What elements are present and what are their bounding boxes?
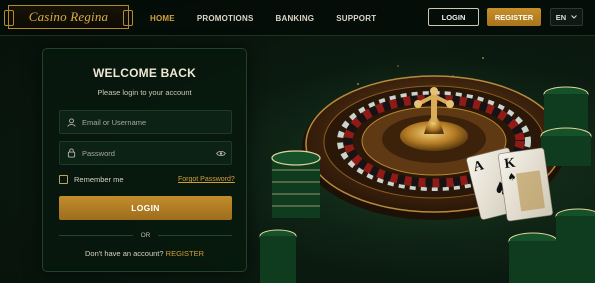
nav-support[interactable]: SUPPORT (336, 14, 376, 23)
remember-me-checkbox[interactable]: Remember me (59, 175, 124, 184)
chevron-down-icon (571, 15, 578, 19)
eye-icon[interactable] (211, 141, 231, 165)
header-register-button[interactable]: REGISTER (487, 8, 541, 26)
brand-logo-text: Casino Regina (28, 9, 109, 24)
password-input[interactable] (82, 142, 211, 164)
checkbox-box[interactable] (59, 175, 68, 184)
top-navbar: Casino Regina HOME PROMOTIONS BANKING SU… (0, 0, 595, 36)
card-title: WELCOME BACK (92, 66, 197, 80)
header-login-button[interactable]: LOGIN (428, 8, 479, 26)
login-submit-button[interactable]: LOGIN (59, 196, 232, 220)
username-input[interactable] (82, 111, 231, 133)
or-divider: OR (59, 230, 232, 240)
forgot-password-link[interactable]: Forgot Password? (178, 176, 235, 183)
card-subtitle: Please login to your account (97, 88, 192, 97)
lock-icon (60, 141, 82, 165)
signup-register-link[interactable]: REGISTER (166, 249, 204, 258)
divider-line-right (158, 234, 232, 236)
login-card: WELCOME BACK Please login to your accoun… (42, 48, 247, 272)
signup-prompt-text: Don't have an account? (84, 249, 164, 258)
nav-home[interactable]: HOME (150, 14, 175, 23)
language-select[interactable]: EN (550, 8, 583, 26)
password-field[interactable] (59, 141, 232, 165)
nav-promotions[interactable]: PROMOTIONS (197, 14, 254, 23)
username-field[interactable] (59, 110, 232, 134)
nav-banking[interactable]: BANKING (275, 14, 314, 23)
user-icon (60, 110, 82, 134)
playing-cards: A ♠ K ♠ (466, 147, 553, 222)
main-nav: HOME PROMOTIONS BANKING SUPPORT (150, 0, 398, 36)
language-value: EN (555, 12, 567, 22)
divider-line-left (59, 234, 133, 236)
signup-prompt: Don't have an account? REGISTER (43, 249, 246, 258)
svg-text:K: K (504, 156, 517, 172)
brand-logo[interactable]: Casino Regina (4, 5, 133, 29)
roulette-hero-image: A ♠ K ♠ (253, 41, 595, 283)
remember-me-label: Remember me (74, 175, 124, 184)
or-text: OR (140, 231, 151, 239)
svg-text:♠: ♠ (507, 172, 517, 184)
